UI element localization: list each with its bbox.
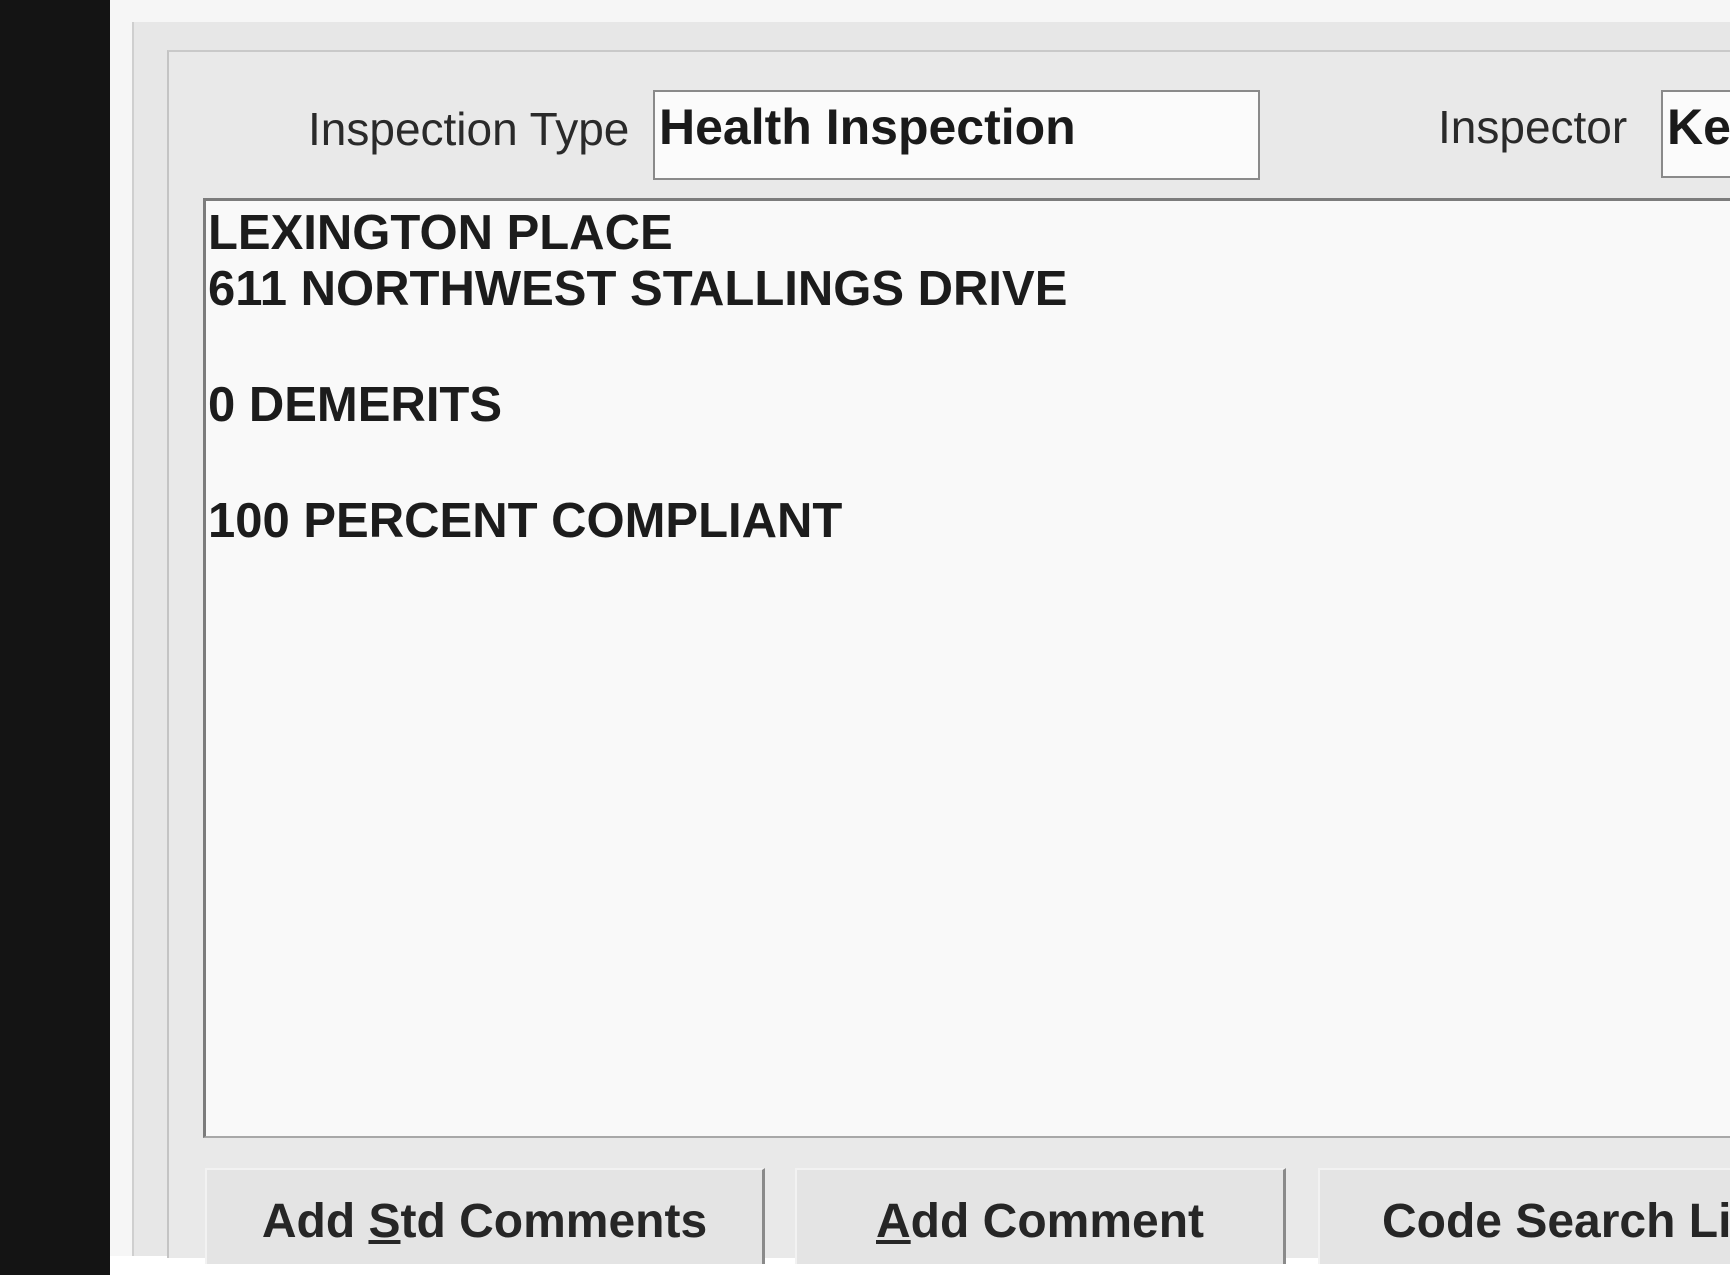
add-std-comments-label-post: td Comments <box>400 1195 708 1248</box>
code-search-label: Code Search Li <box>1382 1195 1730 1248</box>
add-comment-mnemonic: A <box>876 1195 911 1248</box>
add-std-comments-mnemonic: S <box>368 1195 401 1248</box>
add-std-comments-label-pre: Add <box>261 1195 369 1248</box>
code-search-button[interactable]: Code Search Li <box>1318 1168 1730 1264</box>
comment-line-demerits: 0 DEMERITS <box>208 378 503 432</box>
scan-dark-edge <box>0 0 110 1275</box>
add-std-comments-button[interactable]: Add Std Comments <box>205 1168 765 1264</box>
inspection-type-label: Inspection Type <box>308 103 630 155</box>
add-comment-label-post: dd Comment <box>910 1195 1204 1248</box>
inspection-type-value: Health Inspection <box>659 99 1076 155</box>
inspector-value: Ke <box>1667 99 1730 155</box>
inspector-label: Inspector <box>1438 101 1628 153</box>
comments-text-area[interactable]: LEXINGTON PLACE 611 NORTHWEST STALLINGS … <box>203 198 1730 1138</box>
comment-line-address: 611 NORTHWEST STALLINGS DRIVE <box>208 262 1068 316</box>
comment-line-compliance: 100 PERCENT COMPLIANT <box>208 494 843 548</box>
scanned-screenshot: Inspection Type Health Inspection Inspec… <box>0 0 1730 1275</box>
inspector-field[interactable]: Ke <box>1661 90 1730 178</box>
comment-line-facility-name: LEXINGTON PLACE <box>208 206 673 260</box>
add-comment-button[interactable]: Add Comment <box>795 1168 1286 1264</box>
inspection-type-field[interactable]: Health Inspection <box>653 90 1260 180</box>
